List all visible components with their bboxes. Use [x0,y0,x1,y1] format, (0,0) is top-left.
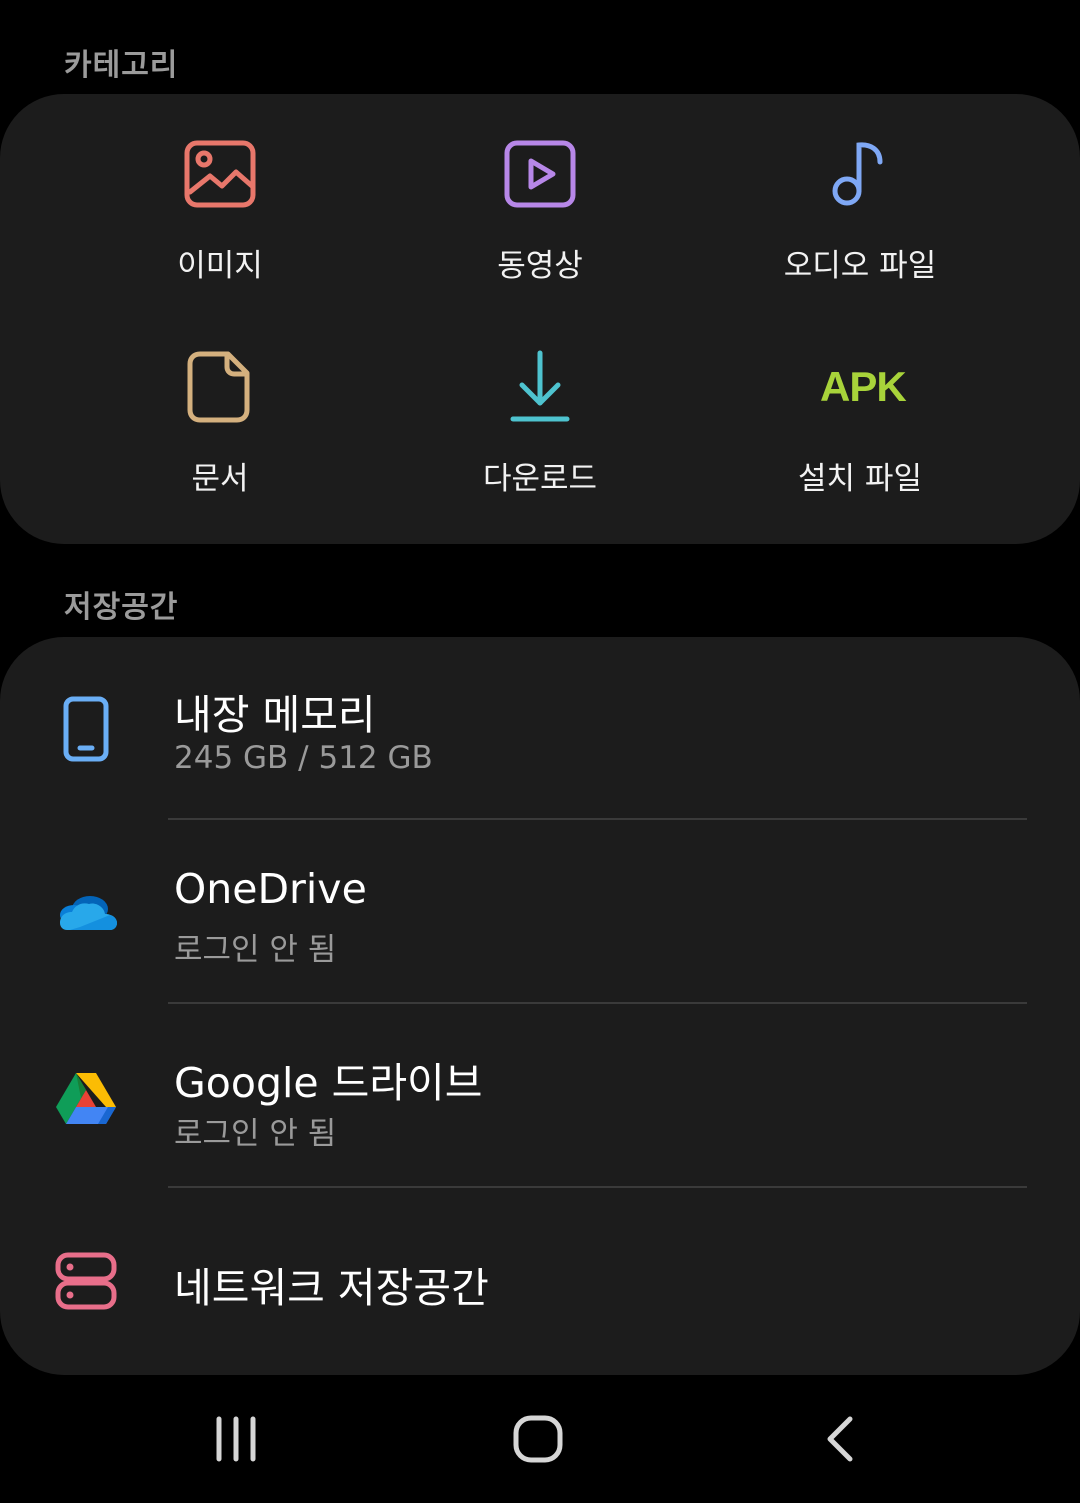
music-note-icon [820,134,900,214]
category-label: 다운로드 [482,461,598,497]
storage-item-title: 네트워크 저장공간 [174,1264,489,1312]
google-drive-icon [50,1061,122,1133]
back-button[interactable] [780,1399,900,1479]
divider [168,818,1027,820]
category-label: 동영상 [497,248,583,284]
category-installation-files[interactable]: APK 설치 파일 [700,307,1020,497]
storage-item-subtitle: 로그인 안 됨 [174,932,337,968]
video-icon [500,134,580,214]
storage-item-network[interactable]: 네트워크 저장공간 [0,1189,1080,1373]
onedrive-icon [50,877,122,949]
network-storage-icon [50,1245,122,1317]
divider [168,1002,1027,1004]
categories-header: 카테고리 [64,48,179,83]
recents-icon [216,1416,256,1462]
category-images[interactable]: 이미지 [60,94,380,284]
storage-item-internal[interactable]: 내장 메모리 245 GB / 512 GB [0,637,1080,821]
categories-card: 이미지 동영상 오디오 파일 문서 다운로드 APK 설치 파일 [0,94,1080,544]
storage-header: 저장공간 [64,590,179,625]
storage-item-subtitle: 로그인 안 됨 [174,1116,337,1152]
category-label: 문서 [191,461,249,497]
image-icon [180,134,260,214]
storage-item-title: OneDrive [174,865,367,913]
storage-item-subtitle: 245 GB / 512 GB [174,740,433,776]
divider [168,1186,1027,1188]
category-audio[interactable]: 오디오 파일 [700,94,1020,284]
storage-card: 내장 메모리 245 GB / 512 GB OneDrive 로그인 안 됨 [0,637,1080,1375]
category-documents[interactable]: 문서 [60,307,380,497]
storage-item-title: 내장 메모리 [174,691,376,739]
category-label: 이미지 [177,248,263,284]
category-label: 오디오 파일 [783,248,937,284]
back-icon [827,1416,853,1462]
recents-button[interactable] [176,1399,296,1479]
apk-icon: APK [820,363,907,410]
category-videos[interactable]: 동영상 [380,94,700,284]
storage-item-title: Google 드라이브 [174,1059,483,1107]
category-downloads[interactable]: 다운로드 [380,307,700,497]
phone-icon [50,693,122,765]
category-label: 설치 파일 [798,461,922,497]
home-button[interactable] [478,1399,598,1479]
navigation-bar [0,1375,1080,1503]
home-icon [513,1415,563,1463]
download-icon [500,347,580,427]
document-icon [180,347,260,427]
storage-item-onedrive[interactable]: OneDrive 로그인 안 됨 [0,821,1080,1005]
storage-item-google-drive[interactable]: Google 드라이브 로그인 안 됨 [0,1005,1080,1189]
